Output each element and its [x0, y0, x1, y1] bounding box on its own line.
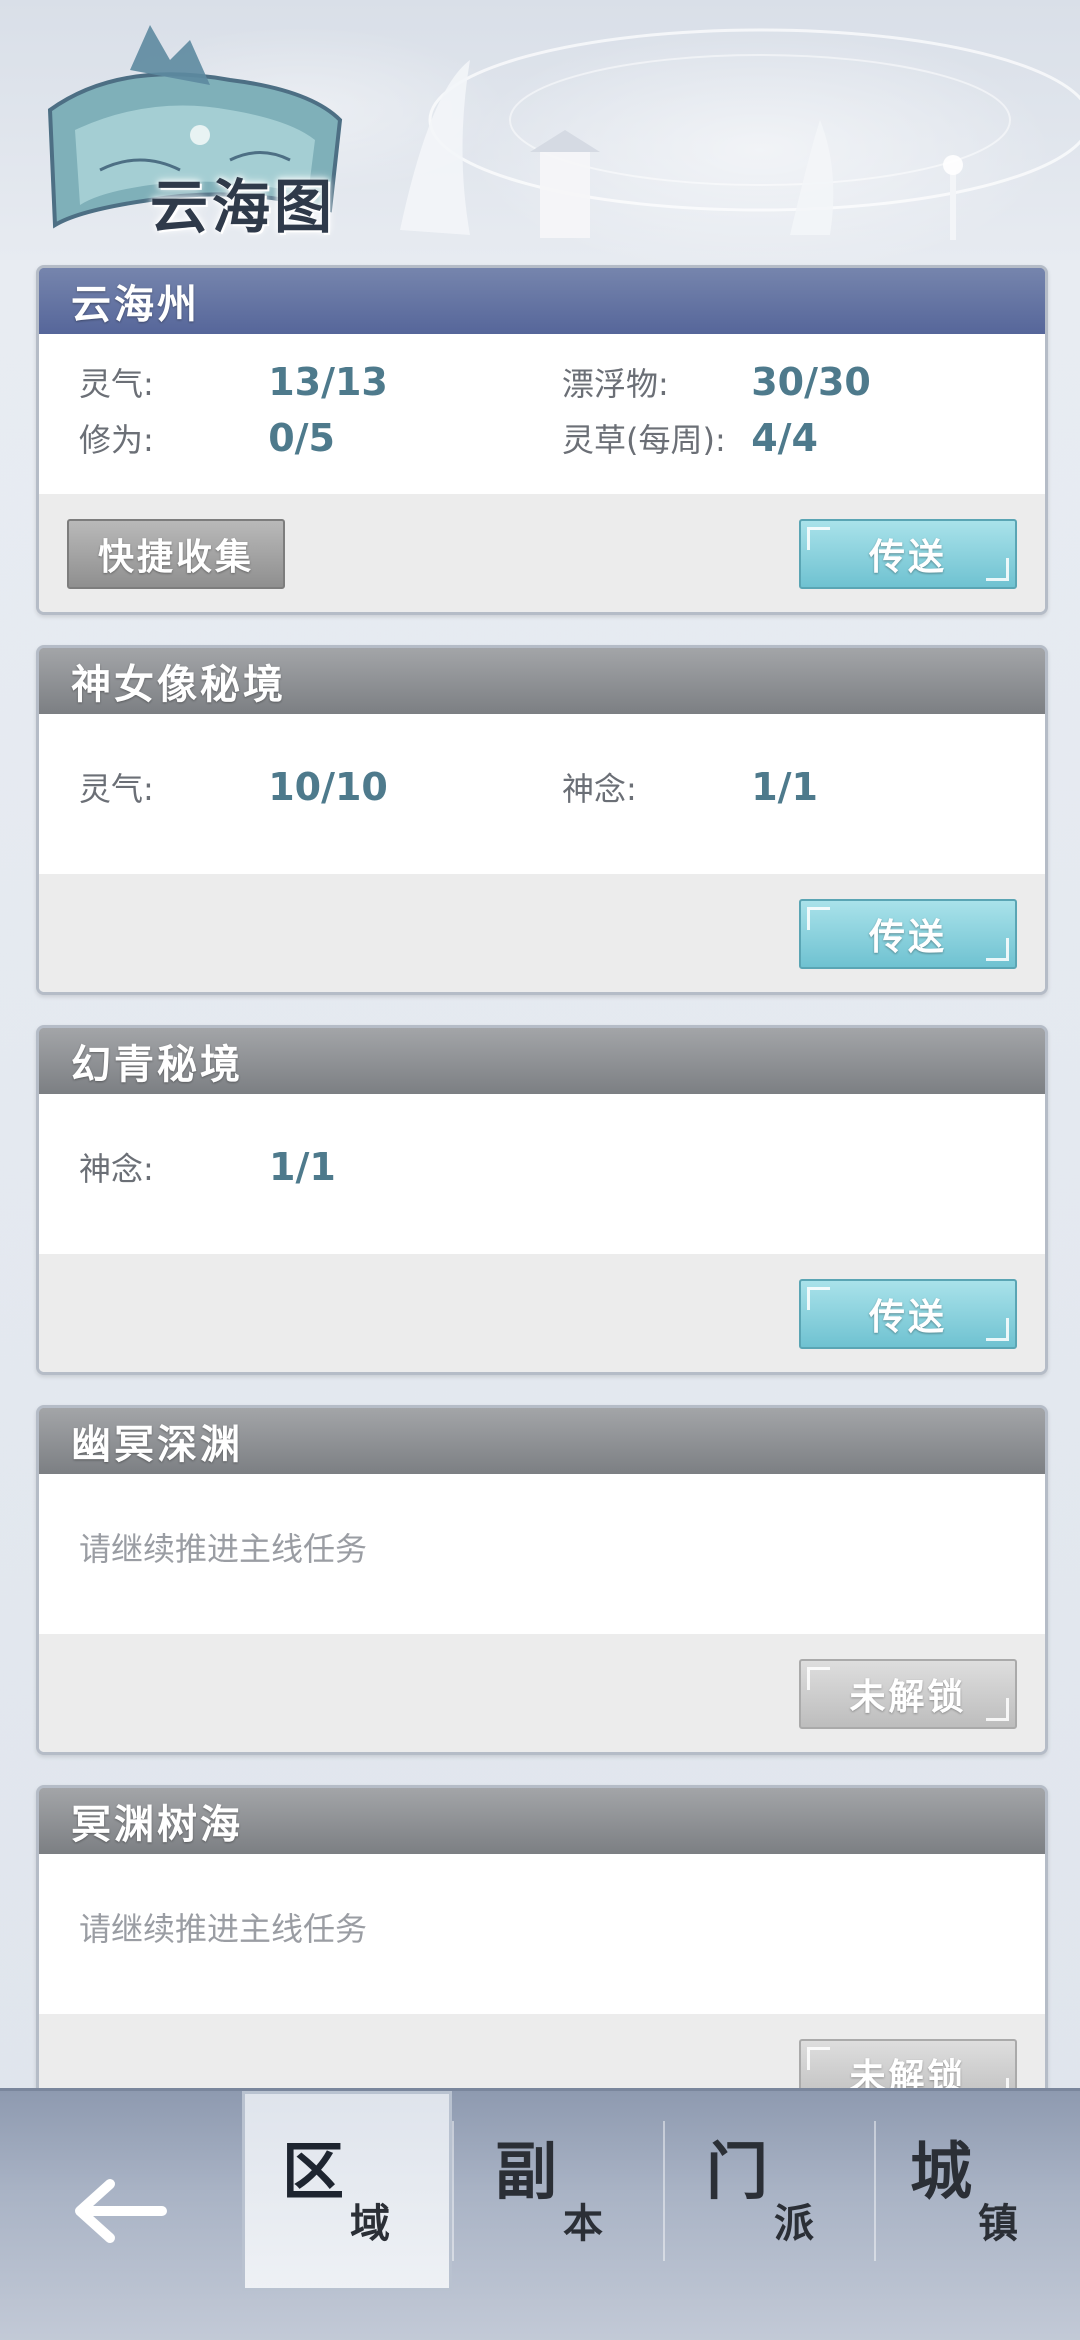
corner-ornament: [986, 1698, 1009, 1721]
button-label: 传送: [868, 917, 947, 958]
stat-row: 灵气: 13/13 漂浮物: 30/30: [39, 354, 1045, 410]
card-body: 灵气: 13/13 漂浮物: 30/30 修为: 0/5 灵草(每周): 4/4: [39, 334, 1045, 494]
tab-sect[interactable]: 门 派: [666, 2091, 876, 2291]
quick-collect-button[interactable]: 快捷收集: [67, 519, 285, 589]
stat-value: 10/10: [268, 765, 388, 809]
stat-value: 1/1: [751, 765, 818, 809]
stat-value: 4/4: [751, 416, 818, 460]
card-title: 神女像秘境: [39, 648, 1045, 714]
region-card-youming: 幽冥深渊 请继续推进主线任务 未解锁: [36, 1405, 1048, 1755]
stat-label: 神念:: [562, 770, 637, 808]
stat-row: 神念: 1/1: [39, 1139, 1045, 1195]
card-title: 云海州: [39, 268, 1045, 334]
tab-label-sub: 域: [350, 2201, 390, 2247]
page-header: 云海图: [0, 0, 1080, 260]
tab-label-main: 门: [706, 2135, 769, 2208]
card-footer: 快捷收集 传送: [39, 494, 1045, 612]
card-footer: 未解锁: [39, 1634, 1045, 1752]
locked-notice: 请继续推进主线任务: [79, 1530, 368, 1568]
card-title: 冥渊树海: [39, 1788, 1045, 1854]
card-title: 幻青秘境: [39, 1028, 1045, 1094]
region-card-shennvxiang: 神女像秘境 灵气: 10/10 神念: 1/1 传送: [36, 645, 1048, 995]
stat-label: 修为:: [79, 421, 154, 459]
corner-ornament: [807, 2047, 830, 2070]
tab-label-main: 副: [495, 2135, 558, 2208]
arrow-left-icon: [75, 2179, 167, 2243]
teleport-button[interactable]: 传送: [799, 519, 1017, 589]
card-body: 请继续推进主线任务: [39, 1474, 1045, 1634]
tab-label-sub: 镇: [978, 2201, 1018, 2247]
button-label: 未解锁: [849, 1677, 967, 1718]
tab-label-sub: 派: [774, 2201, 814, 2247]
stat-label: 漂浮物:: [562, 365, 669, 403]
stat-row: 修为: 0/5 灵草(每周): 4/4: [39, 410, 1045, 466]
card-body: 请继续推进主线任务: [39, 1854, 1045, 2014]
stat-value: 0/5: [268, 416, 335, 460]
tab-label-sub: 本: [563, 2201, 603, 2247]
region-card-huanqing: 幻青秘境 神念: 1/1 传送: [36, 1025, 1048, 1375]
stat-row: 灵气: 10/10 神念: 1/1: [39, 759, 1045, 815]
corner-ornament: [807, 1667, 830, 1690]
tab-label-main: 城: [910, 2135, 973, 2208]
stat-label: 灵气:: [79, 365, 154, 403]
button-label: 传送: [868, 537, 947, 578]
region-card-yunhaizhou: 云海州 灵气: 13/13 漂浮物: 30/30 修为: 0/5 灵草(每周):…: [36, 265, 1048, 615]
stat-label: 灵草(每周):: [562, 421, 726, 459]
corner-ornament: [807, 907, 830, 930]
locked-button[interactable]: 未解锁: [799, 1659, 1017, 1729]
stat-label: 灵气:: [79, 770, 154, 808]
back-button[interactable]: [30, 2151, 210, 2271]
nav-divider: [663, 2121, 665, 2261]
tab-town[interactable]: 城 镇: [870, 2091, 1080, 2291]
corner-ornament: [986, 1318, 1009, 1341]
corner-ornament: [986, 938, 1009, 961]
teleport-button[interactable]: 传送: [799, 1279, 1017, 1349]
teleport-button[interactable]: 传送: [799, 899, 1017, 969]
corner-ornament: [986, 558, 1009, 581]
button-label: 传送: [868, 1297, 947, 1338]
corner-ornament: [807, 527, 830, 550]
nav-divider: [452, 2121, 454, 2261]
corner-ornament: [807, 1287, 830, 1310]
stat-value: 30/30: [751, 360, 871, 404]
page-title: 云海图: [150, 173, 337, 241]
region-card-mingyuan: 冥渊树海 请继续推进主线任务 未解锁: [36, 1785, 1048, 2135]
card-footer: 传送: [39, 1254, 1045, 1372]
locked-notice: 请继续推进主线任务: [79, 1910, 368, 1948]
card-title: 幽冥深渊: [39, 1408, 1045, 1474]
tab-label-main: 区: [282, 2135, 345, 2208]
tab-dungeon[interactable]: 副 本: [455, 2091, 665, 2291]
card-body: 灵气: 10/10 神念: 1/1: [39, 714, 1045, 874]
stat-value: 13/13: [268, 360, 388, 404]
stat-label: 神念:: [79, 1150, 154, 1188]
card-body: 神念: 1/1: [39, 1094, 1045, 1254]
bottom-nav: 区 域 副 本 门 派 城 镇: [0, 2088, 1080, 2340]
tab-region[interactable]: 区 域: [242, 2091, 452, 2291]
card-footer: 传送: [39, 874, 1045, 992]
stat-value: 1/1: [269, 1145, 336, 1189]
